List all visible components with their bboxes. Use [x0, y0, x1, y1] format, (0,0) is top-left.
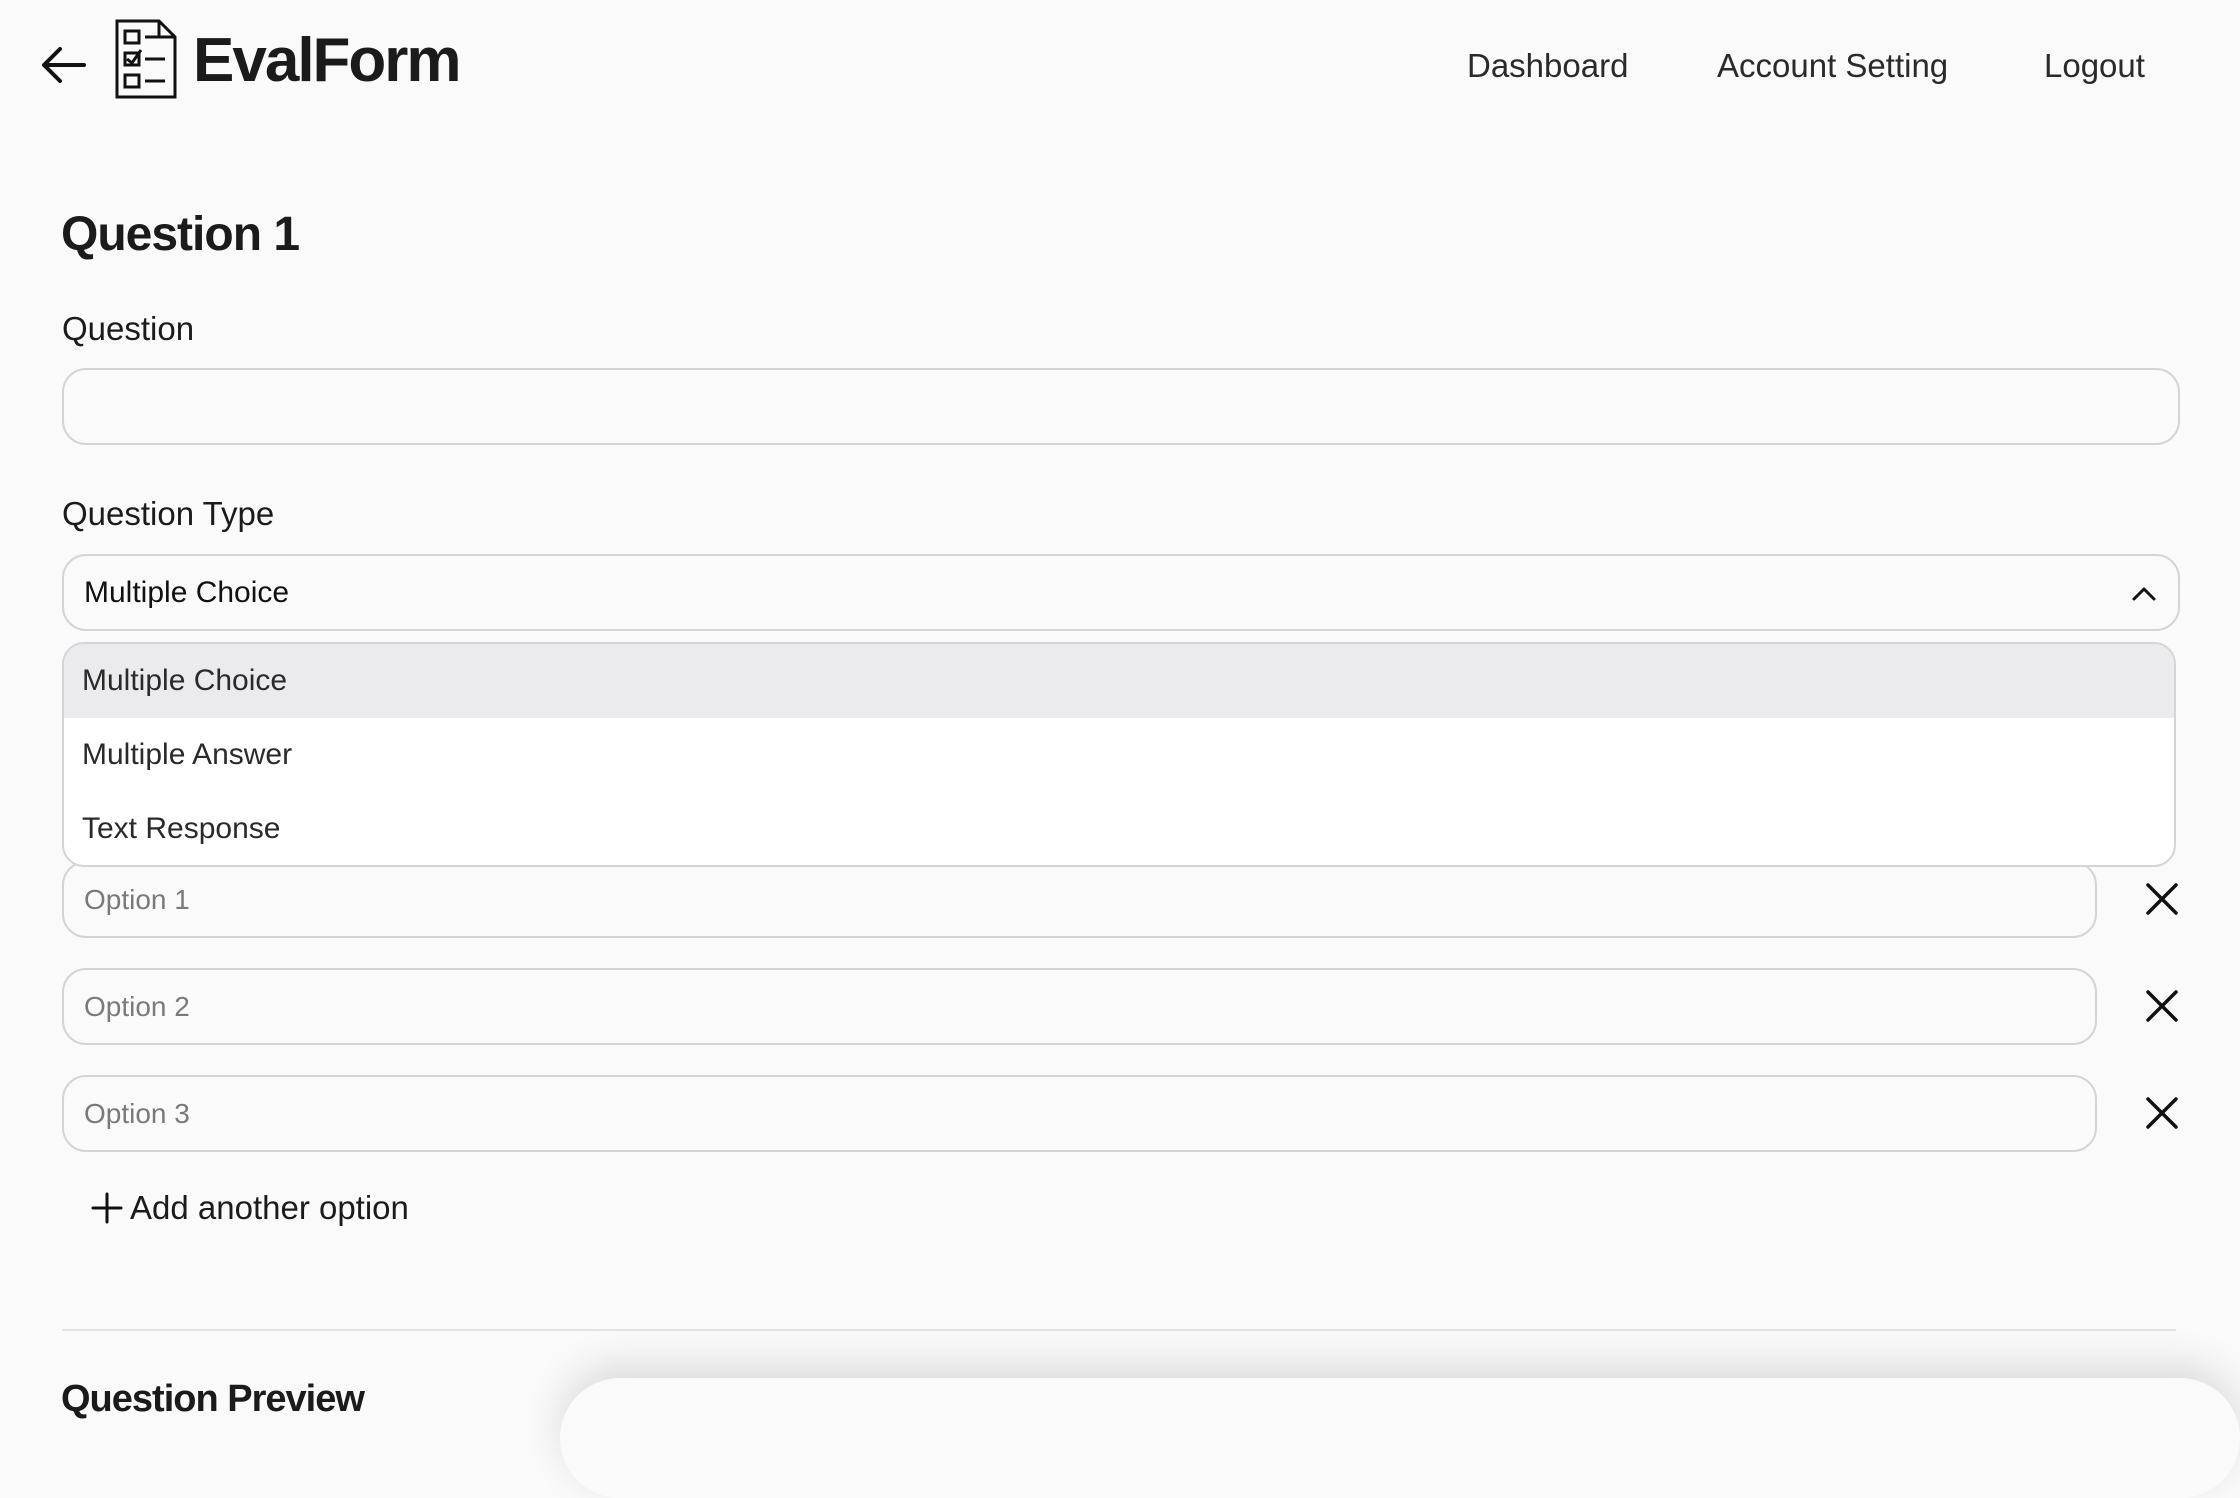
arrow-left-icon: [42, 47, 86, 83]
question-type-select[interactable]: Multiple Choice: [62, 554, 2180, 631]
nav-account-setting[interactable]: Account Setting: [1717, 44, 1948, 88]
preview-title: Question Preview: [61, 1378, 365, 1420]
close-icon: [2146, 883, 2178, 915]
add-option-button[interactable]: Add another option: [90, 1186, 409, 1230]
dropdown-option-text-response[interactable]: Text Response: [64, 792, 2174, 865]
add-option-label: Add another option: [130, 1189, 409, 1226]
option-input-1[interactable]: [62, 861, 2097, 938]
nav-dashboard[interactable]: Dashboard: [1467, 44, 1628, 88]
question-label: Question: [62, 310, 195, 347]
section-divider: [62, 1329, 2176, 1331]
question-input[interactable]: [62, 368, 2180, 445]
remove-option-2-button[interactable]: [2140, 984, 2184, 1028]
remove-option-3-button[interactable]: [2140, 1091, 2184, 1135]
dropdown-option-multiple-choice[interactable]: Multiple Choice: [64, 644, 2174, 718]
nav-logout[interactable]: Logout: [2044, 44, 2145, 88]
preview-card: [560, 1378, 2240, 1498]
back-button[interactable]: [36, 38, 90, 92]
dropdown-option-multiple-answer[interactable]: Multiple Answer: [64, 718, 2174, 792]
page-title: Question 1: [61, 208, 300, 261]
chevron-up-icon: [2132, 587, 2156, 601]
question-type-label: Question Type: [62, 495, 275, 532]
close-icon: [2146, 1097, 2178, 1129]
question-type-selected-value: Multiple Choice: [84, 575, 290, 609]
question-type-dropdown: Multiple Choice Multiple Answer Text Res…: [62, 642, 2176, 867]
remove-option-1-button[interactable]: [2140, 877, 2184, 921]
option-input-2[interactable]: [62, 968, 2097, 1045]
plus-icon: [91, 1192, 123, 1224]
checklist-document-icon: [115, 19, 177, 99]
close-icon: [2146, 990, 2178, 1022]
brand-logo-text: EvalForm: [193, 26, 462, 95]
option-input-3[interactable]: [62, 1075, 2097, 1152]
